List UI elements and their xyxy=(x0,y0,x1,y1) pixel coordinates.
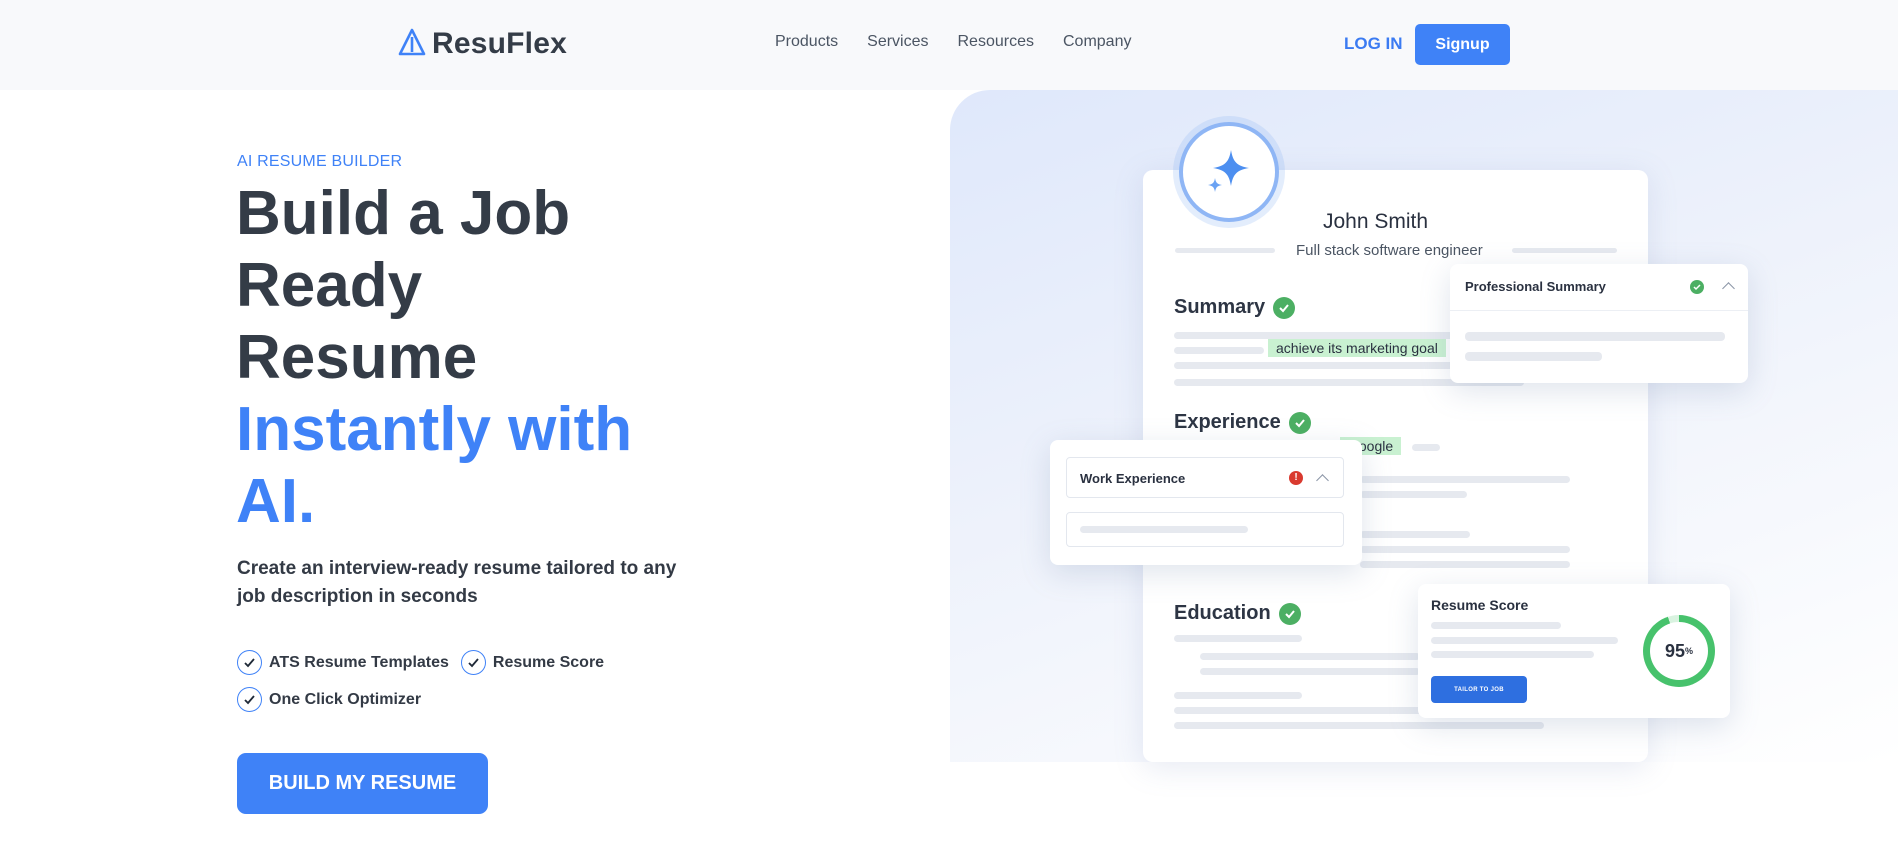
card-title: Resume Score xyxy=(1431,597,1529,613)
card-title: Professional Summary xyxy=(1465,279,1606,294)
placeholder-line xyxy=(1512,248,1617,253)
error-icon: ! xyxy=(1289,471,1303,485)
headline-line: Ready xyxy=(236,251,423,320)
resume-role: Full stack software engineer xyxy=(1296,242,1483,259)
feature-label: Resume Score xyxy=(492,653,605,671)
feature-item: Resume Score xyxy=(460,650,605,675)
placeholder-line xyxy=(1200,653,1420,660)
hero-subtext: Create an interview-ready resume tailore… xyxy=(237,558,677,607)
resume-section-experience: Experience xyxy=(1174,411,1311,434)
work-experience-header[interactable]: Work Experience ! xyxy=(1066,457,1344,498)
signup-button[interactable]: Signup xyxy=(1415,24,1510,65)
placeholder-line xyxy=(1412,444,1440,451)
placeholder-line xyxy=(1360,561,1570,568)
main-nav: Products Services Resources Company xyxy=(775,33,1131,51)
placeholder-line xyxy=(1174,635,1302,642)
professional-summary-card: Professional Summary xyxy=(1450,264,1748,383)
tailor-to-job-button[interactable]: TAILOR TO JOB xyxy=(1431,676,1527,703)
placeholder-line xyxy=(1174,692,1302,699)
check-icon xyxy=(1273,296,1296,319)
placeholder-line xyxy=(1465,332,1725,341)
feature-label: One Click Optimizer xyxy=(269,690,422,708)
check-icon xyxy=(1288,411,1311,434)
score-value: 95% xyxy=(1650,622,1708,680)
hero-headline: Build a Job Ready Resume Instantly with … xyxy=(236,178,796,538)
section-label: Summary xyxy=(1174,296,1266,318)
placeholder-line xyxy=(1360,491,1467,498)
nav-item-company[interactable]: Company xyxy=(1063,33,1131,51)
placeholder-line xyxy=(1175,248,1275,253)
placeholder-line xyxy=(1174,347,1264,354)
feature-item: One Click Optimizer xyxy=(237,687,677,712)
headline-line: Build a Job xyxy=(236,179,571,248)
resume-name: John Smith xyxy=(1323,210,1429,233)
placeholder-line xyxy=(1200,668,1420,675)
sparkle-icon xyxy=(1203,144,1255,201)
ai-sparkle-badge xyxy=(1179,122,1279,222)
feature-list: ATS Resume Templates Resume Score One Cl… xyxy=(237,650,677,712)
placeholder-line xyxy=(1360,476,1570,483)
work-experience-field[interactable] xyxy=(1066,512,1344,547)
feature-item: ATS Resume Templates xyxy=(237,650,449,675)
chevron-up-icon[interactable] xyxy=(1316,474,1329,487)
hero-eyebrow: AI RESUME BUILDER xyxy=(237,153,403,170)
build-resume-button[interactable]: BUILD MY RESUME xyxy=(237,753,488,814)
login-link[interactable]: LOG IN xyxy=(1344,34,1403,54)
check-circle-icon xyxy=(237,687,262,712)
placeholder-line xyxy=(1080,526,1248,533)
placeholder-line xyxy=(1174,707,1424,714)
placeholder-line xyxy=(1465,352,1602,361)
section-label: Education xyxy=(1174,602,1271,624)
divider xyxy=(1450,310,1748,311)
resume-section-education: Education xyxy=(1174,602,1301,625)
nav-item-resources[interactable]: Resources xyxy=(958,33,1034,51)
check-icon xyxy=(1278,602,1301,625)
section-label: Experience xyxy=(1174,411,1281,433)
placeholder-line xyxy=(1431,622,1561,629)
nav-item-products[interactable]: Products xyxy=(775,33,838,51)
brand-name: ResuFlex xyxy=(432,27,567,60)
headline-line-accent: Instantly with xyxy=(236,395,633,464)
card-title: Work Experience xyxy=(1080,471,1186,486)
check-circle-icon xyxy=(460,650,486,675)
headline-line-accent: AI. xyxy=(236,467,316,536)
placeholder-line xyxy=(1174,362,1474,369)
placeholder-line xyxy=(1360,531,1470,538)
placeholder-line xyxy=(1174,722,1544,729)
score-number: 95 xyxy=(1664,640,1685,661)
score-ring: 95% xyxy=(1643,615,1715,687)
check-circle-icon xyxy=(237,650,262,675)
summary-highlight: achieve its marketing goal xyxy=(1268,339,1446,357)
placeholder-line xyxy=(1431,651,1594,658)
work-experience-card: Work Experience ! xyxy=(1050,440,1362,565)
logo-icon xyxy=(398,28,426,61)
feature-label: ATS Resume Templates xyxy=(269,653,449,671)
brand-logo[interactable]: ResuFlex xyxy=(398,27,567,61)
placeholder-line xyxy=(1174,332,1474,339)
chevron-up-icon[interactable] xyxy=(1722,282,1735,295)
top-navbar: ResuFlex Products Services Resources Com… xyxy=(0,0,1898,90)
placeholder-line xyxy=(1431,637,1618,644)
placeholder-line xyxy=(1360,546,1570,553)
score-unit: % xyxy=(1685,646,1694,656)
resume-section-summary: Summary xyxy=(1174,296,1296,319)
headline-line: Resume xyxy=(236,323,478,392)
check-icon xyxy=(1690,280,1704,294)
nav-item-services[interactable]: Services xyxy=(867,33,928,51)
